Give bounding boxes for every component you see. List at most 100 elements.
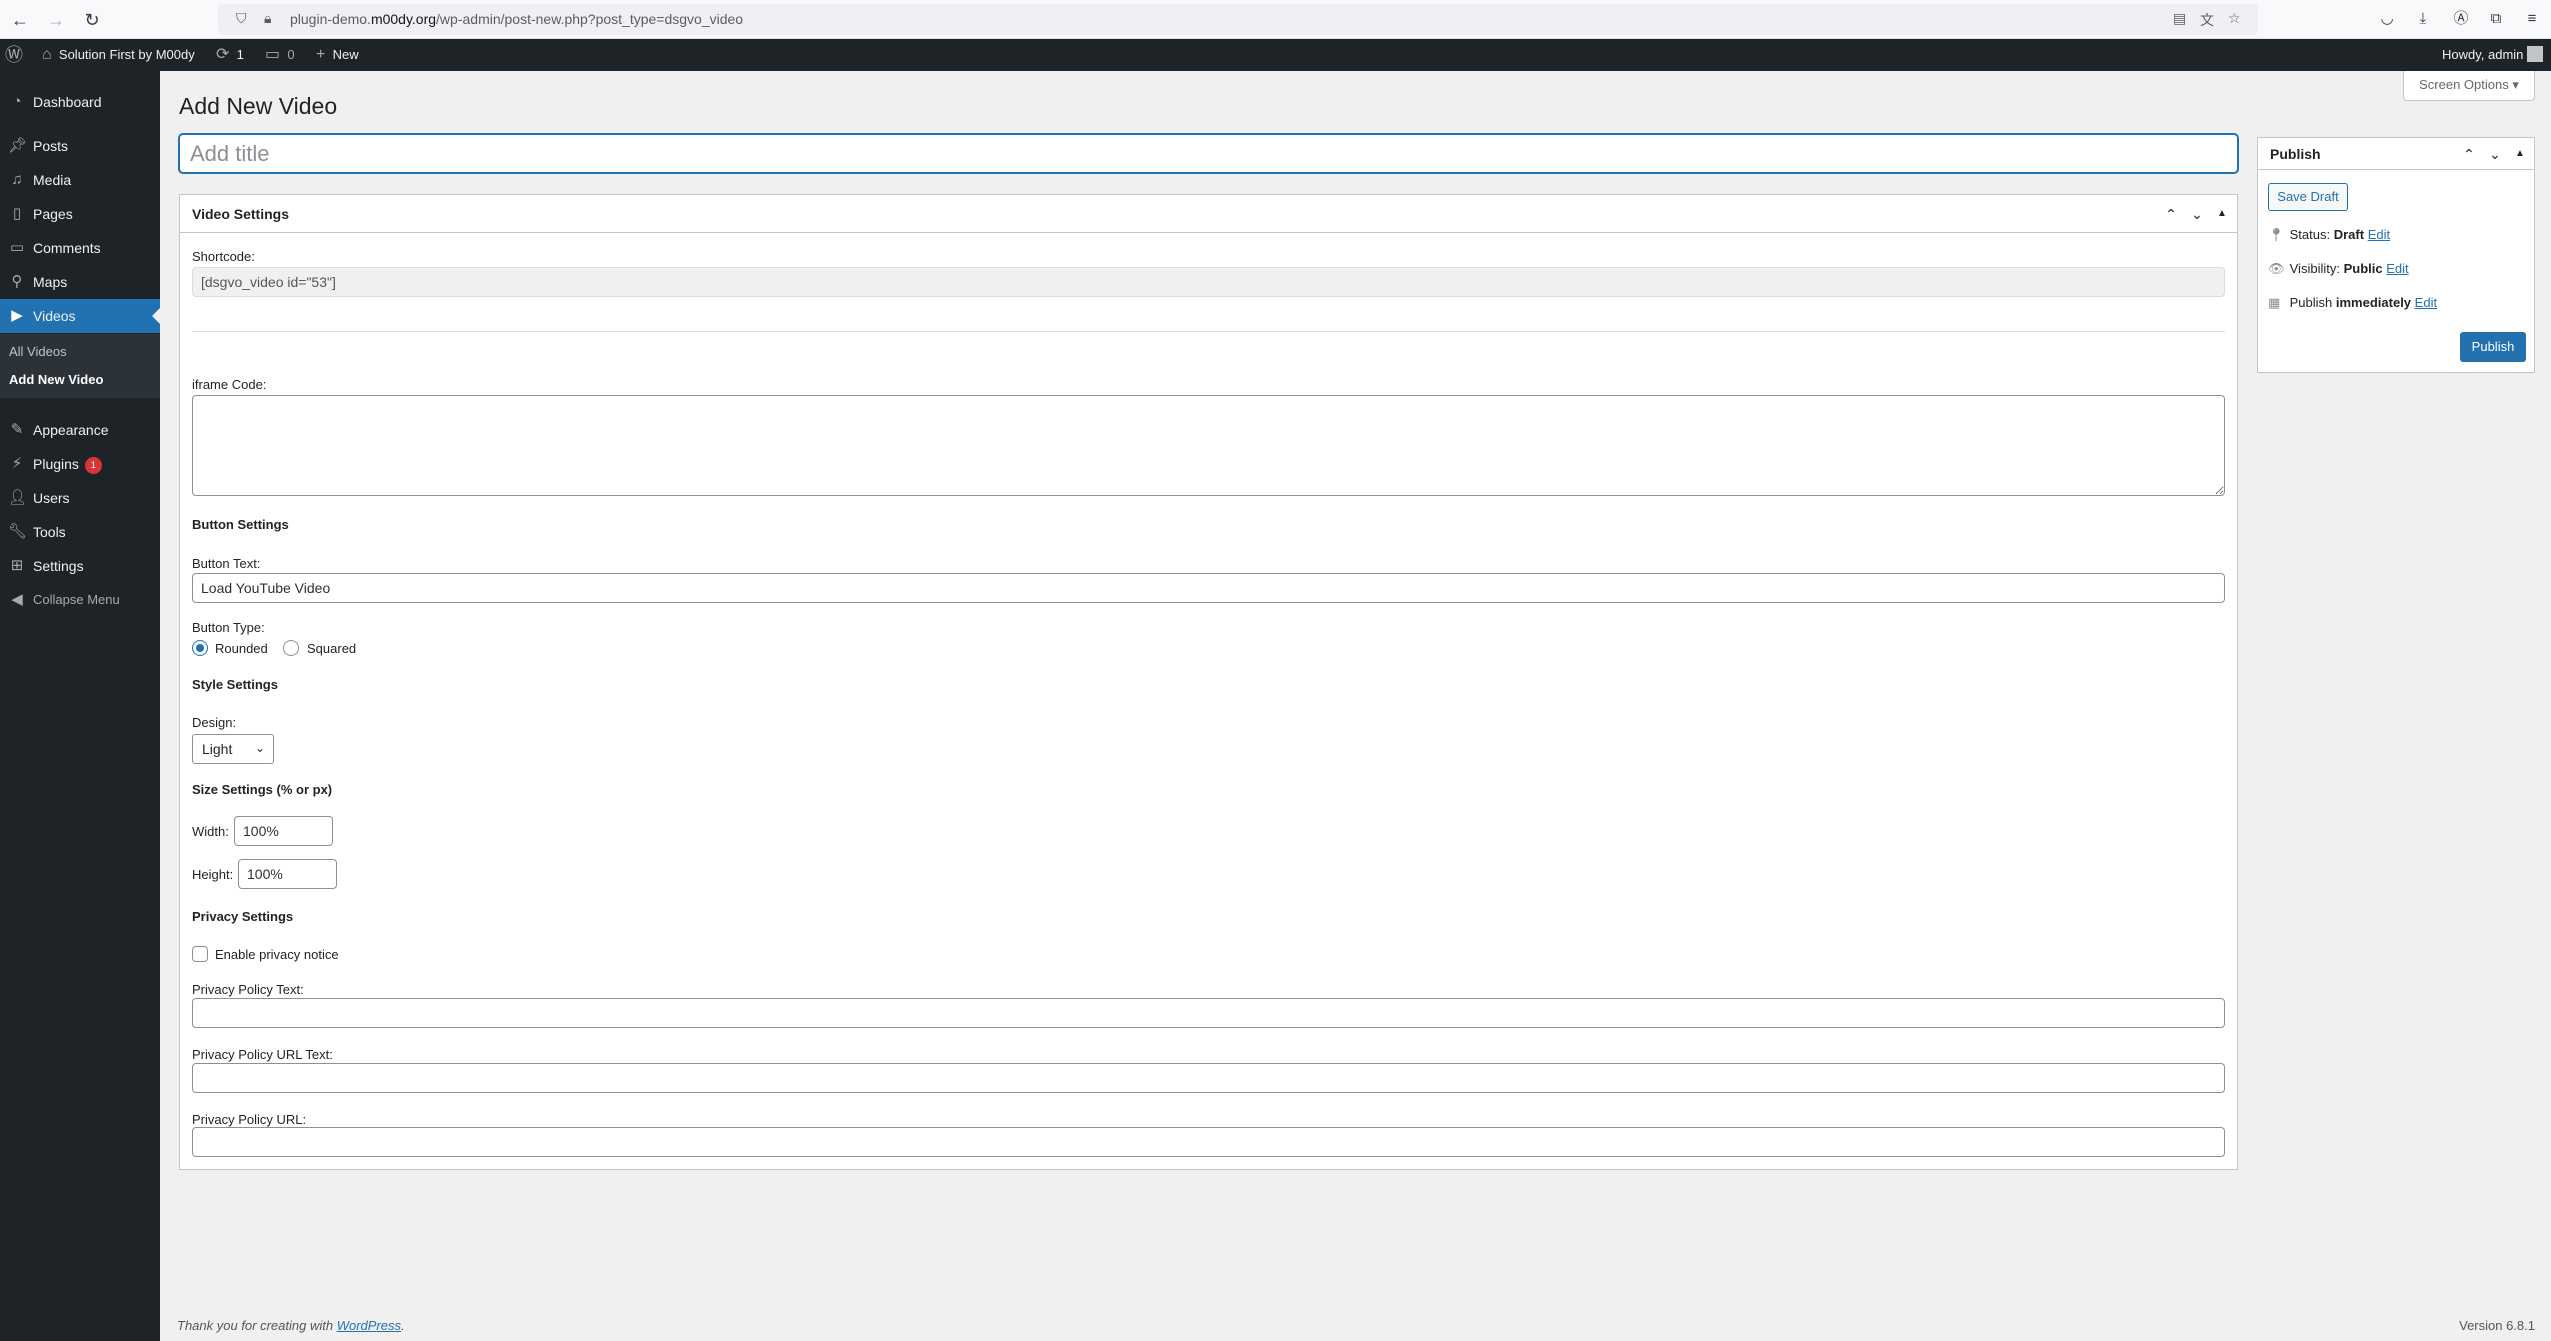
- visibility-label: Visibility:: [2289, 261, 2340, 276]
- edit-visibility-link[interactable]: Edit: [2386, 261, 2408, 276]
- privacy-policy-text-field[interactable]: [192, 998, 2225, 1028]
- submenu-item-all-videos[interactable]: All Videos: [9, 344, 67, 359]
- visibility-row: 👁︎ Visibility: Public Edit: [2268, 261, 2409, 277]
- toggle-panel-icon[interactable]: ▲: [2211, 203, 2233, 225]
- design-select[interactable]: Light ⌄: [192, 734, 274, 764]
- lock-icon[interactable]: 🔒︎: [264, 10, 271, 27]
- height-input[interactable]: [238, 859, 337, 889]
- reader-view-icon[interactable]: ▤: [2173, 10, 2186, 27]
- iframe-code-textarea[interactable]: [192, 395, 2225, 496]
- sidebar-item-label: Media: [33, 172, 72, 188]
- sidebar-item-settings[interactable]: ⊞ Settings: [0, 549, 160, 583]
- sidebar-item-posts[interactable]: 📌︎ Posts: [0, 129, 160, 163]
- reload-icon[interactable]: ↻: [80, 8, 104, 32]
- extensions-icon[interactable]: ⧉: [2485, 8, 2507, 30]
- screen-options-button[interactable]: Screen Options ▾: [2403, 71, 2535, 101]
- comment-bubble-icon: ▭: [265, 46, 281, 63]
- post-title-input[interactable]: [179, 134, 2238, 173]
- save-draft-button[interactable]: Save Draft: [2268, 183, 2348, 211]
- sidebar-item-users[interactable]: 👤︎ Users: [0, 481, 160, 515]
- button-type-squared-radio[interactable]: [283, 640, 299, 656]
- calendar-icon: ▦: [2268, 295, 2281, 310]
- site-name-label: Solution First by M00dy: [58, 47, 195, 62]
- move-up-icon[interactable]: ⌃: [2160, 203, 2182, 225]
- admin-menu: ◔ Dashboard 📌︎ Posts ♫ Media ▯ Pages ▭ C…: [0, 71, 160, 1341]
- updates-link[interactable]: ⟳ 1: [216, 39, 244, 71]
- sidebar-item-label: Plugins 1: [33, 455, 102, 474]
- video-settings-box: Video Settings ⌃ ⌄ ▲ Shortcode: iframe C…: [179, 194, 2238, 1170]
- my-account-link[interactable]: Howdy, admin: [2442, 39, 2544, 71]
- sidebar-item-maps[interactable]: ⚲ Maps: [0, 265, 160, 299]
- squared-label: Squared: [307, 641, 357, 656]
- status-label: Status:: [2289, 227, 2331, 242]
- sidebar-item-label: Tools: [33, 524, 66, 540]
- sidebar-item-plugins[interactable]: ⚡ Plugins 1: [0, 447, 160, 481]
- videos-submenu: All Videos Add New Video: [0, 334, 160, 398]
- wordpress-link[interactable]: WordPress: [337, 1318, 401, 1333]
- rounded-label: Rounded: [215, 641, 268, 656]
- sidebar-item-label: Collapse Menu: [33, 592, 120, 607]
- comments-link[interactable]: ▭ 0: [265, 39, 295, 71]
- shortcode-label: Shortcode:: [192, 249, 255, 264]
- sidebar-item-appearance[interactable]: ✎ Appearance: [0, 413, 160, 447]
- publish-header: Publish ⌃ ⌄ ▲: [2258, 138, 2534, 170]
- sidebar-item-comments[interactable]: ▭ Comments: [0, 231, 160, 265]
- iframe-code-label: iframe Code:: [192, 377, 267, 392]
- page-title: Add New Video: [179, 93, 338, 119]
- account-icon[interactable]: Ⓐ: [2450, 8, 2472, 30]
- sidebar-item-label: Posts: [33, 138, 69, 154]
- bookmark-star-icon[interactable]: ☆: [2228, 10, 2241, 27]
- settings-icon: ⊞: [10, 557, 24, 574]
- sidebar-item-tools[interactable]: 🔧︎ Tools: [0, 515, 160, 549]
- sidebar-item-dashboard[interactable]: ◔ Dashboard: [0, 85, 160, 119]
- translate-icon[interactable]: 文: [2200, 10, 2214, 30]
- url-text[interactable]: plugin-demo.m00dy.org/wp-admin/post-new.…: [290, 11, 743, 27]
- chevron-down-icon: ⌄: [254, 741, 265, 755]
- sidebar-item-media[interactable]: ♫ Media: [0, 163, 160, 197]
- publish-button[interactable]: Publish: [2460, 332, 2526, 362]
- move-up-icon[interactable]: ⌃: [2458, 143, 2480, 165]
- wordpress-logo-icon[interactable]: Ⓦ: [5, 39, 23, 71]
- edit-schedule-link[interactable]: Edit: [2415, 295, 2437, 310]
- sidebar-item-videos[interactable]: ▶ Videos: [0, 299, 160, 333]
- address-bar[interactable]: ⛉ 🔒︎ plugin-demo.m00dy.org/wp-admin/post…: [218, 4, 2258, 35]
- toggle-panel-icon[interactable]: ▲: [2509, 143, 2531, 165]
- download-icon[interactable]: ⤓: [2412, 8, 2434, 30]
- button-type-label: Button Type:: [192, 620, 265, 635]
- plugin-icon: ⚡: [11, 455, 23, 472]
- sidebar-item-pages[interactable]: ▯ Pages: [0, 197, 160, 231]
- menu-icon[interactable]: ≡: [2521, 8, 2543, 30]
- sidebar-item-collapse-menu[interactable]: ◀ Collapse Menu: [0, 583, 160, 617]
- visibility-value: Public: [2343, 261, 2383, 276]
- sidebar-item-label: Settings: [33, 558, 84, 574]
- back-icon[interactable]: ←: [8, 8, 32, 32]
- forward-icon[interactable]: →: [44, 8, 68, 32]
- button-type-rounded-radio[interactable]: [192, 640, 208, 656]
- move-down-icon[interactable]: ⌄: [2186, 203, 2208, 225]
- shield-icon[interactable]: ⛉: [236, 10, 247, 27]
- brush-icon: ✎: [10, 421, 24, 438]
- privacy-policy-url-text-label: Privacy Policy URL Text:: [192, 1047, 333, 1062]
- browser-toolbar: ← → ↻ ⛉ 🔒︎ plugin-demo.m00dy.org/wp-admi…: [0, 0, 2551, 39]
- footer-thanks: Thank you for creating with WordPress.: [177, 1318, 405, 1333]
- comments-count: 0: [287, 47, 295, 62]
- screen-options-label: Screen Options: [2419, 77, 2509, 92]
- privacy-settings-heading: Privacy Settings: [192, 909, 294, 924]
- submenu-item-add-new-video[interactable]: Add New Video: [9, 372, 103, 387]
- pin-icon: 📍︎: [2268, 227, 2285, 242]
- site-name-link[interactable]: ⌂ Solution First by M00dy: [42, 39, 195, 71]
- button-text-field[interactable]: [192, 573, 2225, 603]
- pocket-icon[interactable]: ◡: [2376, 8, 2398, 30]
- privacy-policy-url-field[interactable]: [192, 1127, 2225, 1157]
- shortcode-field[interactable]: [192, 267, 2225, 297]
- enable-privacy-checkbox[interactable]: [192, 946, 208, 962]
- howdy-label: Howdy, admin: [2442, 47, 2524, 62]
- privacy-policy-url-text-field[interactable]: [192, 1063, 2225, 1093]
- width-input[interactable]: [234, 816, 333, 846]
- move-down-icon[interactable]: ⌄: [2484, 143, 2506, 165]
- dashboard-icon: ◔: [12, 93, 22, 110]
- style-settings-heading: Style Settings: [192, 677, 278, 692]
- new-content-link[interactable]: + New: [316, 39, 359, 71]
- edit-status-link[interactable]: Edit: [2368, 227, 2390, 242]
- collapse-icon: ◀: [11, 591, 23, 608]
